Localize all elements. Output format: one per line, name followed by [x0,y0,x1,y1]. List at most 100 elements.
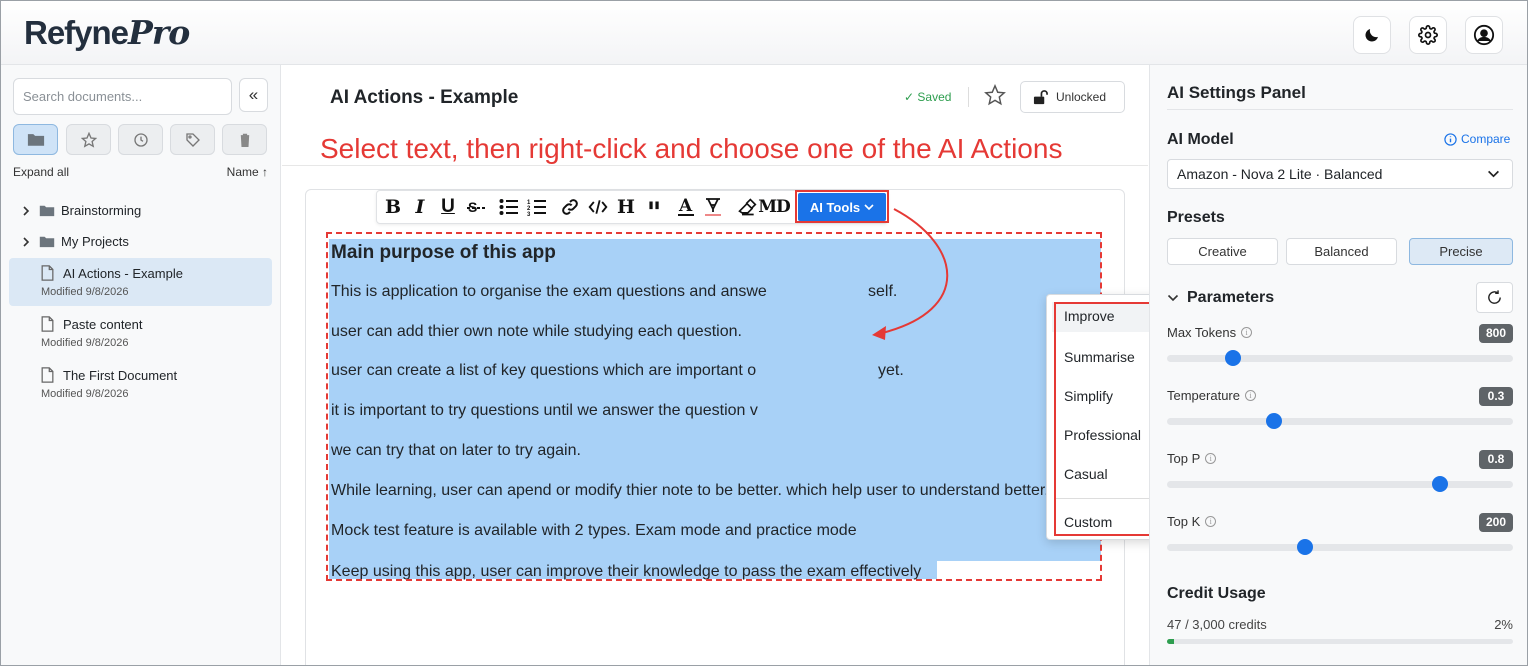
document-item-paste-content[interactable]: Paste content Modified 9/8/2026 [9,309,272,357]
strikethrough-icon: S [467,199,485,215]
svg-text:A: A [678,196,693,216]
settings-button[interactable] [1409,16,1447,54]
param-value-top-k: 200 [1478,513,1513,532]
credit-usage-bar [1167,639,1513,644]
expand-all-link[interactable]: Expand all [13,165,69,179]
link-button[interactable] [559,195,581,219]
parameters-toggle[interactable]: Parameters [1167,289,1274,307]
chevron-down-icon [1488,170,1499,178]
folder-icon [39,236,55,248]
bullet-list-button[interactable] [498,195,520,219]
folder-icon [27,134,44,146]
document-modified: Modified 9/8/2026 [41,388,129,400]
collapse-sidebar-button[interactable]: « [239,78,268,112]
dark-mode-button[interactable] [1353,16,1391,54]
markdown-button[interactable]: MD [758,195,791,219]
folder-item-my-projects[interactable]: My Projects [21,234,129,249]
highlight-button[interactable] [702,195,724,219]
credit-usage-fill [1167,639,1174,644]
italic-button[interactable]: I [409,195,431,219]
document-modified: Modified 9/8/2026 [41,337,129,349]
param-value-max-tokens: 800 [1478,324,1513,343]
tab-recent[interactable] [118,124,163,155]
text-color-button[interactable]: A [675,195,697,219]
lock-toggle-button[interactable]: Unlocked [1020,81,1125,113]
max-tokens-slider[interactable] [1167,350,1513,366]
param-label-top-k: Top Ki [1167,514,1217,529]
folder-icon [39,205,55,217]
heading-button[interactable]: H [615,195,637,219]
model-select[interactable]: Amazon - Nova 2 Lite · Balanced [1167,159,1513,189]
tag-icon [185,132,200,147]
document-title: AI Actions - Example [63,266,183,281]
folder-item-brainstorming[interactable]: Brainstorming [21,203,141,218]
tab-tags[interactable] [170,124,215,155]
eraser-icon [738,198,757,216]
reset-parameters-button[interactable] [1476,282,1513,313]
credit-usage-count: 47 / 3,000 credits [1167,617,1267,632]
document-item-ai-actions[interactable]: AI Actions - Example Modified 9/8/2026 [9,258,272,306]
quote-button[interactable]: " [643,195,665,229]
param-value-top-p: 0.8 [1479,450,1513,469]
document-icon [41,316,54,332]
reset-icon [1488,290,1501,304]
slider-thumb[interactable] [1432,476,1449,492]
top-k-slider[interactable] [1167,539,1513,555]
app-window: RefynePro Search documents... « Expand a… [0,0,1528,666]
sidebar: Search documents... « Expand all Name ↑ [1,65,281,665]
slider-thumb[interactable] [1266,413,1283,429]
slider-thumb[interactable] [1297,539,1314,555]
param-label-max-tokens: Max Tokens i [1167,325,1253,340]
annotation-arrow-icon [872,208,949,340]
tab-favorites[interactable] [66,124,111,155]
sidebar-controls: Expand all Name ↑ [13,165,268,179]
annotation-instruction: Select text, then right-click and choose… [320,133,1063,164]
info-icon[interactable]: i [1205,453,1217,464]
clock-icon [133,132,148,147]
numbered-list-button[interactable]: 123 [526,195,548,219]
param-label-temperature: Temperature i [1167,388,1256,403]
document-item-first-document[interactable]: The First Document Modified 9/8/2026 [9,360,272,408]
search-input[interactable]: Search documents... [13,78,232,115]
model-select-value: Amazon - Nova 2 Lite · Balanced [1177,166,1383,182]
document-title: The First Document [63,368,178,383]
ai-settings-panel: AI Settings Panel AI Model Compare Amazo… [1149,65,1527,665]
document-icon [41,367,54,383]
param-value-temperature: 0.3 [1479,387,1513,406]
tab-trash[interactable] [222,124,267,155]
document-title: Paste content [63,317,143,332]
favorite-star-icon[interactable] [984,84,1006,106]
gear-icon [1418,25,1438,45]
preset-balanced-button[interactable]: Balanced [1286,238,1397,265]
compare-link[interactable]: Compare [1444,132,1510,146]
info-icon[interactable]: i [1241,327,1253,338]
code-button[interactable] [587,195,609,219]
top-p-slider[interactable] [1167,476,1513,492]
info-icon [1444,132,1457,146]
folder-label: Brainstorming [61,203,142,218]
preset-precise-button[interactable]: Precise [1409,238,1513,265]
tab-folders[interactable] [13,124,58,155]
info-icon[interactable]: i [1244,390,1256,401]
app-logo[interactable]: RefynePro [24,13,190,52]
link-icon [562,199,578,215]
slider-thumb[interactable] [1224,350,1241,366]
editor-area: AI Actions - Example ✓ Saved Unlocked B … [282,65,1167,665]
star-icon [80,131,97,148]
clear-format-button[interactable] [736,195,758,219]
bold-button[interactable]: B [382,195,404,219]
bullet-list-icon [499,199,518,215]
compare-label: Compare [1461,132,1511,146]
account-button[interactable] [1465,16,1503,54]
strikethrough-button[interactable]: S [465,195,487,219]
parameters-heading: Parameters [1187,289,1275,306]
divider [968,87,969,107]
temperature-slider[interactable] [1167,413,1513,429]
code-icon [588,200,608,214]
sort-by-name-button[interactable]: Name ↑ [227,165,268,179]
info-icon[interactable]: i [1205,516,1217,527]
highlighter-icon [705,198,721,216]
document-title-heading[interactable]: AI Actions - Example [330,87,518,109]
underline-button[interactable]: U [437,195,459,219]
preset-creative-button[interactable]: Creative [1167,238,1278,265]
